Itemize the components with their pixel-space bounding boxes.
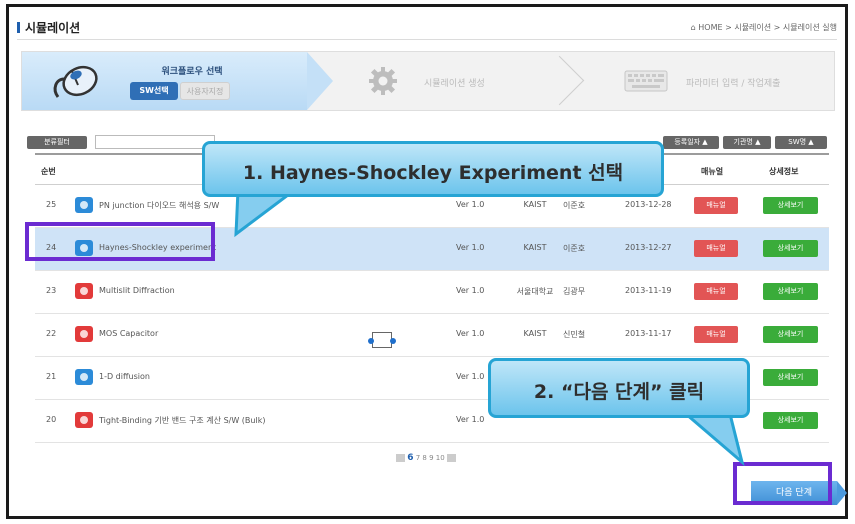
breadcrumb-text: HOME > 시뮬레이션 > 시뮬레이션 실행 (698, 23, 837, 32)
row-date: 2013-11-17 (625, 329, 672, 338)
step2-label: 시뮬레이션 생성 (424, 79, 485, 89)
header-detail: 상세정보 (769, 167, 799, 176)
current-page[interactable]: 6 (407, 453, 413, 463)
breadcrumb: ⌂ HOME > 시뮬레이션 > 시뮬레이션 실행 (691, 22, 837, 33)
sort-sw-button[interactable]: SW명 ▲ (775, 136, 827, 149)
row-org: KAIST (523, 329, 547, 338)
step-separator (542, 56, 578, 106)
page-title: 시뮬레이션 (25, 21, 81, 35)
table-row[interactable]: 22 MOS Capacitor Ver 1.0 KAIST 신민철 2013-… (35, 314, 829, 357)
row-version: Ver 1.0 (456, 329, 485, 338)
prev-page-icon[interactable] (396, 454, 405, 462)
row-version: Ver 1.0 (456, 415, 485, 424)
row-author: 신민철 (563, 330, 586, 339)
text-cursor-box (372, 332, 392, 348)
manual-button[interactable]: 매뉴얼 (694, 197, 738, 214)
workflow-steps: 워크플로우 선택 SW선택 사용자지정 시뮬레이션 생성 파라미터 입력 / 작… (21, 51, 835, 111)
handle-dot[interactable] (368, 338, 374, 344)
row-author: 이준호 (563, 201, 586, 210)
software-icon (75, 197, 93, 213)
software-icon (75, 326, 93, 342)
software-icon (75, 412, 93, 428)
row-name[interactable]: MOS Capacitor (99, 329, 158, 338)
page-links[interactable]: 7 8 9 10 (416, 454, 445, 462)
pagination: 6 7 8 9 10 (396, 453, 456, 463)
title-divider (17, 39, 837, 40)
row-num: 20 (46, 415, 57, 424)
title-marker (17, 22, 20, 33)
instruction-callout-1: 1. Haynes-Shockley Experiment 선택 (202, 141, 664, 197)
callout2-tail (681, 412, 745, 466)
step1-arrow (307, 52, 333, 110)
row-num: 23 (46, 286, 57, 295)
detail-button[interactable]: 상세보기 (763, 369, 818, 386)
manual-button[interactable]: 매뉴얼 (694, 240, 738, 257)
row-name[interactable]: PN junction 다이오드 해석용 S/W (99, 200, 219, 211)
manual-button[interactable]: 매뉴얼 (694, 283, 738, 300)
gear-icon (369, 67, 397, 95)
row-author: 이준호 (563, 244, 586, 253)
row-name[interactable]: 1-D diffusion (99, 372, 150, 381)
detail-button[interactable]: 상세보기 (763, 326, 818, 343)
highlight-next-button (733, 462, 832, 505)
row-num: 22 (46, 329, 57, 338)
step-workflow-select: 워크플로우 선택 SW선택 사용자지정 (22, 52, 307, 110)
row-version: Ver 1.0 (456, 372, 485, 381)
next-page-icon[interactable] (446, 454, 456, 462)
category-filter-button[interactable]: 분류필터 (27, 136, 87, 149)
row-date: 2013-11-19 (625, 286, 672, 295)
header-num: 순번 (41, 167, 56, 176)
detail-button[interactable]: 상세보기 (763, 283, 818, 300)
row-org: 서울대학교 (516, 287, 554, 296)
manual-button[interactable]: 매뉴얼 (694, 326, 738, 343)
search-input[interactable] (95, 135, 215, 149)
software-icon (75, 283, 93, 299)
handle-dot[interactable] (390, 338, 396, 344)
callout1-tail (234, 190, 297, 238)
callout1-text: 1. Haynes-Shockley Experiment 선택 (242, 162, 624, 184)
row-name[interactable]: Tight-Binding 기반 밴드 구조 계산 S/W (Bulk) (99, 415, 265, 426)
keyboard-icon (624, 70, 668, 92)
row-num: 21 (46, 372, 57, 381)
sw-select-button[interactable]: SW선택 (130, 82, 178, 100)
table-row[interactable]: 23 Multislit Diffraction Ver 1.0 서울대학교 김… (35, 271, 829, 314)
instruction-callout-2: 2. “다음 단계” 클릭 (488, 358, 750, 418)
row-version: Ver 1.0 (456, 243, 485, 252)
row-name[interactable]: Multislit Diffraction (99, 286, 175, 295)
step1-title: 워크플로우 선택 (161, 67, 223, 77)
detail-button[interactable]: 상세보기 (763, 240, 818, 257)
row-num: 25 (46, 200, 57, 209)
step3-label: 파라미터 입력 / 작업제출 (686, 79, 781, 89)
callout2-text: 2. “다음 단계” 클릭 (533, 381, 705, 403)
row-author: 김광무 (563, 287, 586, 296)
software-icon (75, 369, 93, 385)
user-defined-button[interactable]: 사용자지정 (180, 82, 230, 100)
highlight-selected-row (25, 222, 215, 261)
header-manual: 매뉴얼 (701, 167, 724, 176)
sort-date-button[interactable]: 등록일자 ▲ (663, 136, 719, 149)
title-bar: 시뮬레이션 ⌂ HOME > 시뮬레이션 > 시뮬레이션 실행 (17, 17, 837, 39)
row-org: KAIST (523, 200, 547, 209)
mouse-icon (53, 65, 98, 98)
detail-button[interactable]: 상세보기 (763, 412, 818, 429)
row-version: Ver 1.0 (456, 286, 485, 295)
sort-org-button[interactable]: 기관명 ▲ (723, 136, 771, 149)
row-org: KAIST (523, 243, 547, 252)
row-date: 2013-12-27 (625, 243, 672, 252)
detail-button[interactable]: 상세보기 (763, 197, 818, 214)
row-date: 2013-12-28 (625, 200, 672, 209)
row-version: Ver 1.0 (456, 200, 485, 209)
